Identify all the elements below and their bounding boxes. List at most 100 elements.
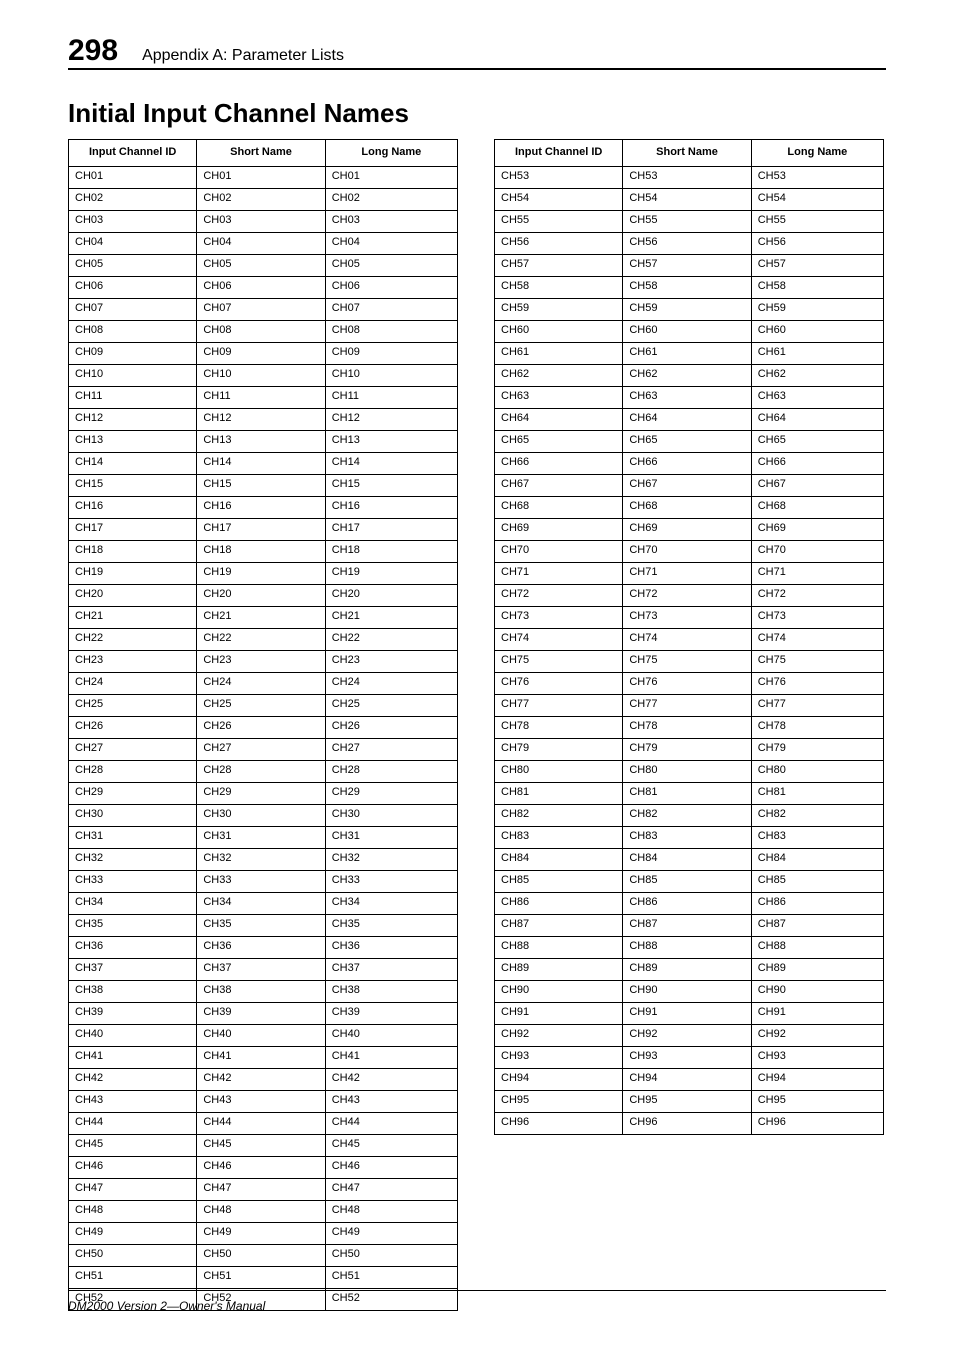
table-cell: CH74 [495, 628, 623, 650]
table-cell: CH37 [325, 958, 457, 980]
table-cell: CH44 [197, 1112, 325, 1134]
table-cell: CH76 [495, 672, 623, 694]
table-row: CH22CH22CH22 [69, 628, 458, 650]
col-header-long: Long Name [325, 140, 457, 167]
table-cell: CH17 [197, 518, 325, 540]
table-row: CH89CH89CH89 [495, 958, 884, 980]
table-cell: CH47 [69, 1178, 197, 1200]
channel-table-right: Input Channel ID Short Name Long Name CH… [494, 139, 884, 1135]
table-cell: CH67 [751, 474, 883, 496]
table-row: CH11CH11CH11 [69, 386, 458, 408]
table-row: CH76CH76CH76 [495, 672, 884, 694]
table-row: CH70CH70CH70 [495, 540, 884, 562]
table-row: CH16CH16CH16 [69, 496, 458, 518]
table-cell: CH90 [623, 980, 751, 1002]
table-cell: CH93 [623, 1046, 751, 1068]
table-cell: CH65 [751, 430, 883, 452]
table-cell: CH56 [495, 232, 623, 254]
table-cell: CH42 [325, 1068, 457, 1090]
table-row: CH64CH64CH64 [495, 408, 884, 430]
table-row: CH72CH72CH72 [495, 584, 884, 606]
table-row: CH55CH55CH55 [495, 210, 884, 232]
table-cell: CH22 [69, 628, 197, 650]
table-cell: CH67 [495, 474, 623, 496]
table-row: CH85CH85CH85 [495, 870, 884, 892]
table-row: CH84CH84CH84 [495, 848, 884, 870]
table-cell: CH30 [69, 804, 197, 826]
table-row: CH66CH66CH66 [495, 452, 884, 474]
table-cell: CH80 [751, 760, 883, 782]
table-cell: CH89 [751, 958, 883, 980]
table-row: CH39CH39CH39 [69, 1002, 458, 1024]
table-cell: CH88 [495, 936, 623, 958]
table-row: CH74CH74CH74 [495, 628, 884, 650]
table-cell: CH85 [751, 870, 883, 892]
table-cell: CH20 [197, 584, 325, 606]
table-cell: CH54 [495, 188, 623, 210]
table-cell: CH07 [325, 298, 457, 320]
table-cell: CH08 [197, 320, 325, 342]
table-row: CH61CH61CH61 [495, 342, 884, 364]
table-cell: CH75 [495, 650, 623, 672]
table-cell: CH66 [495, 452, 623, 474]
table-cell: CH23 [197, 650, 325, 672]
table-cell: CH16 [197, 496, 325, 518]
table-cell: CH56 [623, 232, 751, 254]
table-cell: CH12 [197, 408, 325, 430]
table-cell: CH45 [69, 1134, 197, 1156]
table-cell: CH35 [69, 914, 197, 936]
table-cell: CH06 [325, 276, 457, 298]
table-row: CH37CH37CH37 [69, 958, 458, 980]
table-cell: CH50 [197, 1244, 325, 1266]
table-cell: CH40 [325, 1024, 457, 1046]
table-cell: CH40 [197, 1024, 325, 1046]
table-cell: CH32 [197, 848, 325, 870]
table-cell: CH23 [69, 650, 197, 672]
page: 298 Appendix A: Parameter Lists Initial … [0, 0, 954, 1351]
table-cell: CH72 [751, 584, 883, 606]
table-cell: CH14 [197, 452, 325, 474]
table-cell: CH57 [495, 254, 623, 276]
table-cell: CH50 [69, 1244, 197, 1266]
table-cell: CH58 [751, 276, 883, 298]
table-cell: CH29 [197, 782, 325, 804]
table-row: CH04CH04CH04 [69, 232, 458, 254]
table-cell: CH18 [197, 540, 325, 562]
table-cell: CH15 [197, 474, 325, 496]
table-cell: CH41 [197, 1046, 325, 1068]
table-cell: CH64 [623, 408, 751, 430]
table-row: CH81CH81CH81 [495, 782, 884, 804]
table-cell: CH13 [325, 430, 457, 452]
table-cell: CH46 [69, 1156, 197, 1178]
table-cell: CH51 [325, 1266, 457, 1288]
table-cell: CH35 [197, 914, 325, 936]
table-cell: CH65 [495, 430, 623, 452]
table-row: CH79CH79CH79 [495, 738, 884, 760]
table-cell: CH02 [325, 188, 457, 210]
table-cell: CH32 [325, 848, 457, 870]
table-row: CH90CH90CH90 [495, 980, 884, 1002]
table-cell: CH36 [69, 936, 197, 958]
table-cell: CH60 [623, 320, 751, 342]
table-cell: CH75 [751, 650, 883, 672]
table-cell: CH94 [751, 1068, 883, 1090]
table-row: CH07CH07CH07 [69, 298, 458, 320]
table-cell: CH58 [623, 276, 751, 298]
table-cell: CH45 [325, 1134, 457, 1156]
table-cell: CH78 [495, 716, 623, 738]
table-cell: CH96 [751, 1112, 883, 1134]
table-cell: CH26 [325, 716, 457, 738]
table-cell: CH68 [623, 496, 751, 518]
table-row: CH62CH62CH62 [495, 364, 884, 386]
table-cell: CH74 [623, 628, 751, 650]
table-cell: CH53 [495, 166, 623, 188]
table-cell: CH94 [623, 1068, 751, 1090]
table-row: CH26CH26CH26 [69, 716, 458, 738]
table-row: CH67CH67CH67 [495, 474, 884, 496]
table-cell: CH93 [751, 1046, 883, 1068]
table-cell: CH27 [69, 738, 197, 760]
table-cell: CH38 [69, 980, 197, 1002]
tables-container: Input Channel ID Short Name Long Name CH… [68, 139, 886, 1311]
table-row: CH93CH93CH93 [495, 1046, 884, 1068]
table-cell: CH77 [495, 694, 623, 716]
